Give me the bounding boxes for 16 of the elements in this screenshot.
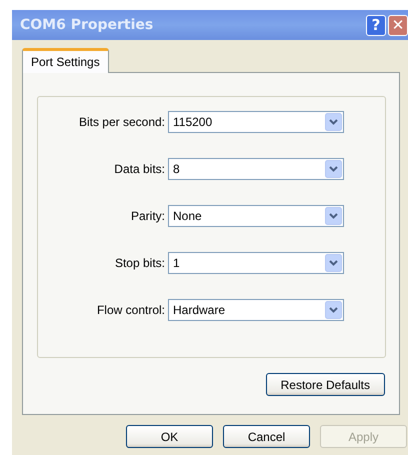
dropdown[interactable]: Hardware [168, 299, 344, 321]
dropdown[interactable]: 1 [168, 252, 344, 274]
restore-defaults-button[interactable]: Restore Defaults [266, 373, 385, 396]
dropdown[interactable]: None [168, 205, 344, 227]
field-label: Parity: [130, 209, 166, 223]
tab[interactable]: Port Settings [22, 48, 109, 73]
help-button[interactable]: ? [366, 14, 386, 36]
field-label: Bits per second: [78, 115, 166, 129]
dropdown[interactable]: 8 [168, 158, 344, 180]
field-label: Stop bits: [114, 256, 166, 270]
dialog-button[interactable]: OK [126, 425, 213, 448]
dropdown[interactable]: 115200 [168, 111, 344, 133]
field-label: Data bits: [113, 162, 166, 176]
window-title: COM6 Properties [20, 17, 154, 33]
field-label: Flow control: [96, 303, 166, 317]
dialog-button[interactable]: Cancel [223, 425, 310, 448]
